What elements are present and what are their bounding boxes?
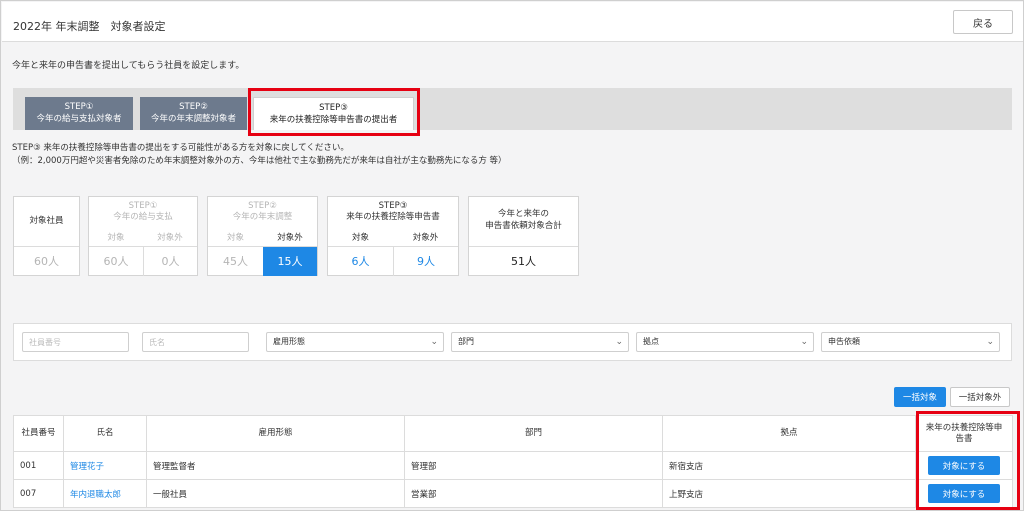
summary-step1-label: 今年の給与支払 (113, 212, 173, 222)
tab-step2[interactable]: STEP② 今年の年末調整対象者 (140, 97, 247, 130)
summary-total: 今年と来年の 申告書依頼対象合計 51人 (468, 196, 579, 276)
col-employment-type: 雇用形態 (146, 415, 405, 452)
department-select-label: 部門 (458, 337, 474, 346)
page-title: 2022年 年末調整 対象者設定 (13, 20, 166, 33)
set-target-button[interactable]: 対象にする (928, 456, 1000, 475)
chevron-down-icon: ⌄ (986, 337, 994, 347)
page-description: 今年と来年の申告書を提出してもらう社員を設定します。 (12, 61, 245, 71)
cell-employment-type: 管理監督者 (146, 451, 405, 480)
summary-step3-label: 来年の扶養控除等申告書 (346, 212, 440, 222)
summary-total-line2: 申告書依頼対象合計 (485, 221, 562, 231)
summary-total-line1: 今年と来年の (497, 209, 549, 219)
summary-step3: STEP③ 来年の扶養控除等申告書 対象 対象外 6人 9人 (327, 196, 459, 276)
cell-location: 上野支店 (662, 479, 916, 508)
step-tabs: STEP① 今年の給与支払対象者 STEP② 今年の年末調整対象者 STEP③ … (13, 88, 1012, 130)
summary-step2: STEP② 今年の年末調整 対象 対象外 45人 15人 (207, 196, 318, 276)
request-select[interactable]: 申告依頼 ⌄ (821, 332, 1000, 352)
employee-number-input[interactable] (22, 332, 129, 352)
col-name: 氏名 (63, 415, 147, 452)
chevron-down-icon: ⌄ (430, 337, 438, 347)
summary-step2-label: 今年の年末調整 (232, 212, 293, 222)
name-input[interactable] (142, 332, 249, 352)
summary-step1-target-label: 対象 (107, 233, 125, 243)
summary-employees: 対象社員 60人 (13, 196, 80, 276)
summary-step1-excluded-label: 対象外 (157, 233, 183, 243)
summary-step3-excluded-label: 対象外 (412, 233, 439, 243)
tab-step1-label: 今年の給与支払対象者 (36, 114, 122, 124)
chevron-down-icon: ⌄ (615, 337, 623, 347)
summary-step1: STEP① 今年の給与支払 対象 対象外 60人 0人 (88, 196, 198, 276)
summary-employees-value: 60人 (14, 246, 79, 276)
location-select-label: 拠点 (643, 337, 659, 346)
summary-employees-label: 対象社員 (29, 216, 64, 226)
page-header: 2022年 年末調整 対象者設定 戻る (2, 2, 1023, 42)
summary-step1-number: STEP① (128, 201, 158, 211)
step-description-line2: （例：2,000万円超や災害者免除のため年末調整対象外の方、今年は他社で主な勤務… (12, 156, 507, 166)
summary-step2-target-value: 45人 (208, 246, 263, 276)
summary-total-value: 51人 (469, 246, 578, 276)
summary-step2-target-label: 対象 (226, 233, 244, 243)
employment-type-select[interactable]: 雇用形態 ⌄ (266, 332, 444, 352)
table-row: 001 管理花子 管理監督者 管理部 新宿支店 対象にする (13, 451, 1013, 480)
summary-step3-number: STEP③ (378, 201, 408, 211)
cell-location: 新宿支店 (662, 451, 916, 480)
filter-bar: 雇用形態 ⌄ 部門 ⌄ 拠点 ⌄ 申告依頼 ⌄ (13, 323, 1012, 361)
cell-action: 対象にする (915, 479, 1013, 508)
cell-employee-number: 001 (13, 451, 64, 480)
cell-department: 営業部 (404, 479, 663, 508)
back-button[interactable]: 戻る (953, 10, 1013, 34)
bulk-excluded-button[interactable]: 一括対象外 (950, 387, 1010, 407)
col-declaration: 来年の扶養控除等申告書 (915, 415, 1013, 452)
employee-name-link[interactable]: 管理花子 (63, 451, 147, 480)
table-header-row: 社員番号 氏名 雇用形態 部門 拠点 来年の扶養控除等申告書 (13, 415, 1013, 452)
location-select[interactable]: 拠点 ⌄ (636, 332, 814, 352)
request-select-label: 申告依頼 (828, 337, 860, 346)
summary-step2-number: STEP② (248, 201, 277, 211)
step-description-line1: STEP③ 来年の扶養控除等申告書の提出をする可能性がある方を対象に戻してくださ… (12, 143, 349, 153)
col-department: 部門 (404, 415, 663, 452)
summary-step1-target-value: 60人 (89, 246, 143, 276)
col-location: 拠点 (662, 415, 916, 452)
cell-employee-number: 007 (13, 479, 64, 508)
employment-type-select-label: 雇用形態 (273, 337, 305, 346)
summary-step3-excluded-value: 9人 (393, 246, 458, 276)
tab-step1[interactable]: STEP① 今年の給与支払対象者 (25, 97, 133, 130)
tab-step2-number: STEP② (179, 102, 208, 112)
cell-employment-type: 一般社員 (146, 479, 405, 508)
employee-name-link[interactable]: 年内退職太郎 (63, 479, 147, 508)
app-frame: 2022年 年末調整 対象者設定 戻る 今年と来年の申告書を提出してもらう社員を… (0, 0, 1024, 511)
summary-step3-target-value: 6人 (328, 246, 393, 276)
set-target-button[interactable]: 対象にする (928, 484, 1000, 503)
step-description: STEP③ 来年の扶養控除等申告書の提出をする可能性がある方を対象に戻してくださ… (12, 142, 507, 168)
summary-step2-excluded-label: 対象外 (277, 233, 303, 243)
col-employee-number: 社員番号 (13, 415, 64, 452)
employee-table: 社員番号 氏名 雇用形態 部門 拠点 来年の扶養控除等申告書 001 管理花子 … (13, 415, 1013, 508)
cell-action: 対象にする (915, 451, 1013, 480)
summary-step2-excluded-value: 15人 (263, 246, 317, 276)
tab-step3[interactable]: STEP③ 来年の扶養控除等申告書の提出者 (253, 97, 414, 130)
tab-step3-number: STEP③ (319, 103, 348, 113)
table-row: 007 年内退職太郎 一般社員 営業部 上野支店 対象にする (13, 479, 1013, 508)
summary-step3-target-label: 対象 (351, 233, 369, 243)
chevron-down-icon: ⌄ (800, 337, 808, 347)
bulk-target-button[interactable]: 一括対象 (894, 387, 946, 407)
department-select[interactable]: 部門 ⌄ (451, 332, 629, 352)
tab-step2-label: 今年の年末調整対象者 (150, 114, 236, 124)
cell-department: 管理部 (404, 451, 663, 480)
tab-step1-number: STEP① (64, 102, 94, 112)
tab-step3-label: 来年の扶養控除等申告書の提出者 (269, 115, 398, 125)
summary-step1-excluded-value: 0人 (143, 246, 197, 276)
